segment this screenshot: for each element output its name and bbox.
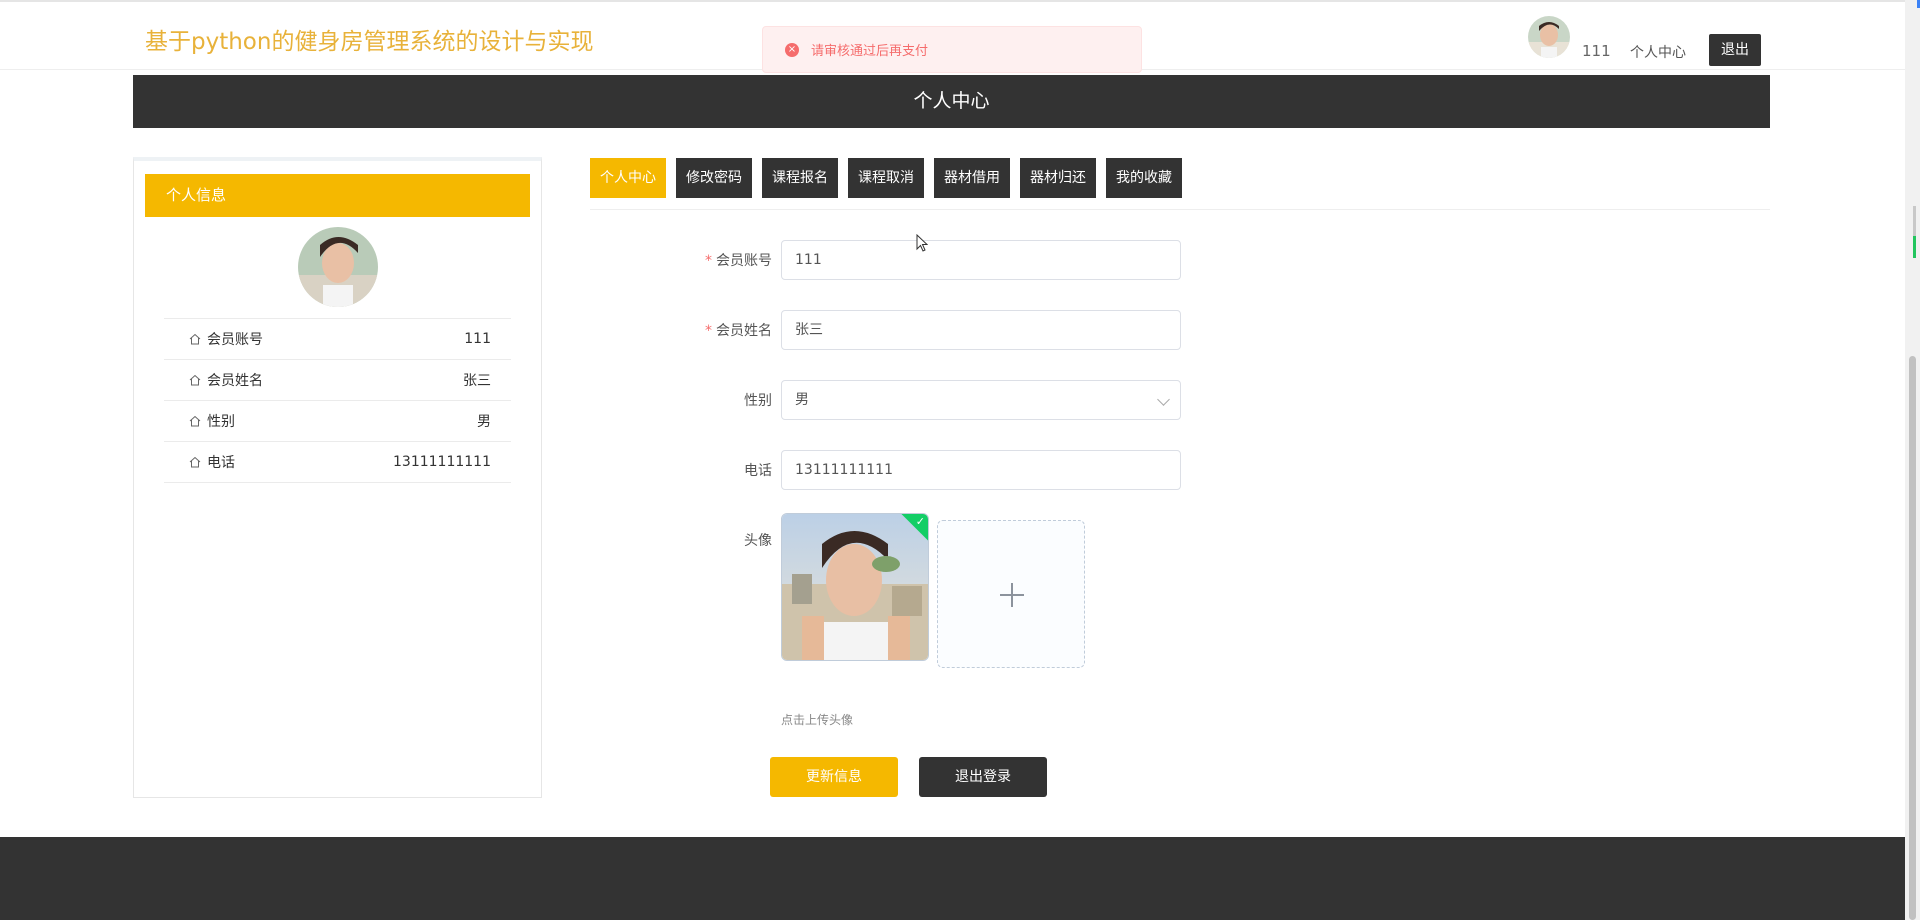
- tab-equipment-borrow[interactable]: 器材借用: [934, 158, 1010, 198]
- profile-tabs: 个人中心 修改密码 课程报名 课程取消 器材借用 器材归还 我的收藏: [590, 158, 1182, 198]
- avatar-upload-button[interactable]: [937, 520, 1085, 668]
- avatar-label: 头像: [744, 533, 772, 549]
- tab-course-cancel[interactable]: 课程取消: [848, 158, 924, 198]
- tab-divider: [590, 209, 1770, 210]
- phone-label: 电话: [744, 463, 772, 479]
- profile-avatar: [298, 227, 378, 307]
- name-label: * 会员姓名: [705, 323, 772, 339]
- site-title[interactable]: 基于python的健身房管理系统的设计与实现: [145, 22, 593, 56]
- header-avatar[interactable]: [1528, 16, 1570, 58]
- name-input[interactable]: 张三: [781, 310, 1181, 350]
- info-row-gender: 性别 男: [164, 401, 511, 442]
- profile-card: 个人信息 会员账号 111 会员姓名 张三 性别 男 电话 1311111111…: [133, 157, 542, 798]
- page-footer: [0, 837, 1905, 920]
- profile-card-heading: 个人信息: [145, 174, 530, 217]
- tab-course-enroll[interactable]: 课程报名: [762, 158, 838, 198]
- info-label: 会员账号: [207, 332, 263, 348]
- header-logout-button[interactable]: 退出: [1709, 34, 1761, 66]
- info-value: 男: [477, 414, 491, 430]
- check-icon: ✓: [915, 515, 925, 528]
- update-info-button[interactable]: 更新信息: [770, 757, 898, 797]
- info-label: 会员姓名: [207, 373, 263, 389]
- home-icon: [189, 333, 201, 345]
- page-banner: 个人中心: [133, 75, 1770, 128]
- scrollbar-thumb[interactable]: [1909, 356, 1916, 920]
- avatar-upload-tip: 点击上传头像: [781, 713, 854, 727]
- gender-selected-value: 男: [795, 392, 809, 408]
- tab-equipment-return[interactable]: 器材归还: [1020, 158, 1096, 198]
- info-row-name: 会员姓名 张三: [164, 360, 511, 401]
- header-center-link[interactable]: 个人中心: [1630, 42, 1686, 62]
- logout-button[interactable]: 退出登录: [919, 757, 1047, 797]
- home-icon: [189, 456, 201, 468]
- info-row-account: 会员账号 111: [164, 319, 511, 360]
- tab-change-password[interactable]: 修改密码: [676, 158, 752, 198]
- error-icon: ×: [785, 42, 799, 57]
- tab-personal-center[interactable]: 个人中心: [590, 158, 666, 198]
- profile-info-list: 会员账号 111 会员姓名 张三 性别 男 电话 13111111111: [164, 318, 511, 483]
- toast-message: 请审核通过后再支付: [811, 44, 929, 59]
- plus-icon: [1000, 583, 1024, 607]
- info-value: 111: [464, 331, 491, 347]
- account-input[interactable]: 111: [781, 240, 1181, 280]
- gender-label: 性别: [744, 393, 772, 409]
- info-value: 13111111111: [393, 454, 491, 470]
- chevron-down-icon: [1157, 393, 1170, 406]
- info-label: 性别: [207, 414, 235, 430]
- uploaded-avatar-thumbnail[interactable]: ✓: [781, 513, 929, 661]
- info-value: 张三: [463, 373, 491, 389]
- gender-select[interactable]: 男: [781, 380, 1181, 420]
- tab-my-favorites[interactable]: 我的收藏: [1106, 158, 1182, 198]
- info-label: 电话: [207, 455, 235, 471]
- account-label: * 会员账号: [705, 253, 772, 269]
- app-root: 基于python的健身房管理系统的设计与实现 111 个人中心 退出 × 请审核…: [0, 0, 1920, 920]
- info-row-phone: 电话 13111111111: [164, 442, 511, 483]
- home-icon: [189, 415, 201, 427]
- phone-input[interactable]: 13111111111: [781, 450, 1181, 490]
- header-username: 111: [1582, 42, 1611, 60]
- mouse-cursor-icon: [916, 234, 928, 252]
- home-icon: [189, 374, 201, 386]
- page-scrollbar[interactable]: [1905, 0, 1920, 920]
- error-toast: × 请审核通过后再支付: [762, 26, 1142, 73]
